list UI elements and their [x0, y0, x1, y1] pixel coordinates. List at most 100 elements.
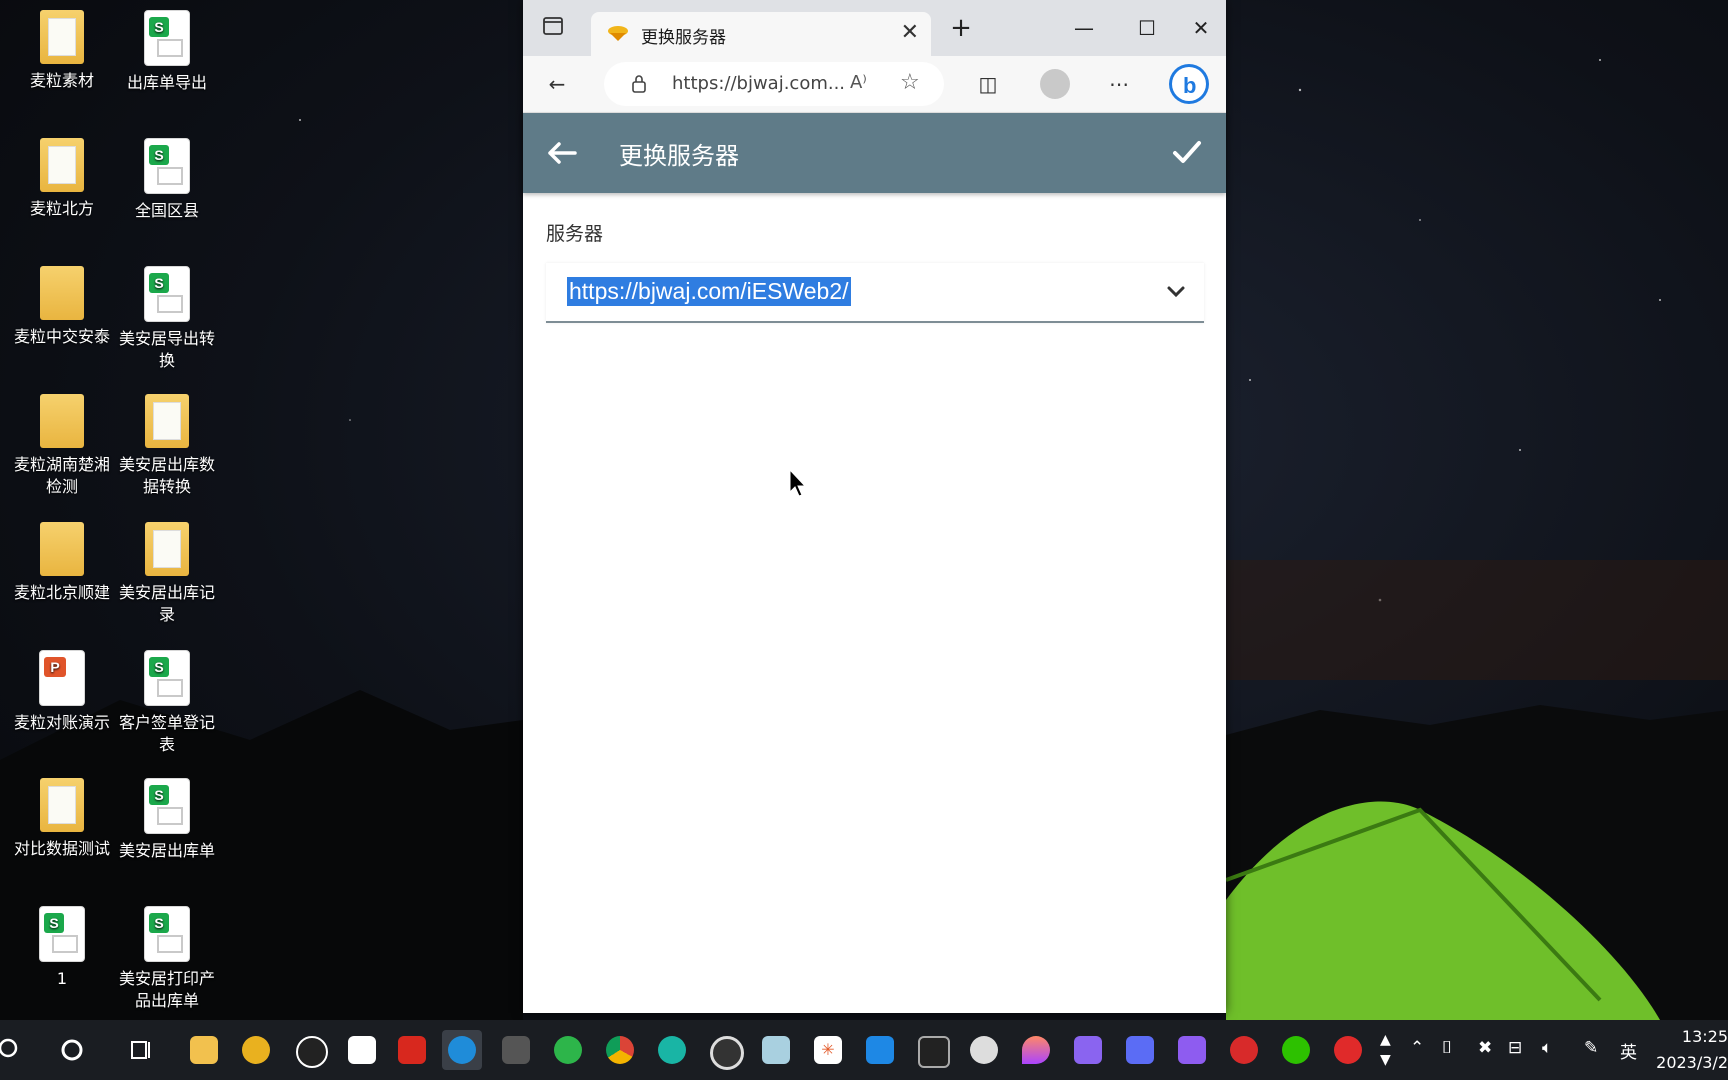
spreadsheet-icon: S	[144, 10, 190, 66]
app-icon[interactable]: ✳	[808, 1030, 848, 1070]
desktop-icon[interactable]: S 客户签单登记表	[117, 640, 217, 756]
minimize-icon[interactable]: —	[1064, 8, 1104, 48]
app-icon[interactable]	[964, 1030, 1004, 1070]
store-icon[interactable]	[342, 1030, 382, 1070]
desktop-icon-label: 麦粒北京顺建	[13, 583, 110, 602]
desktop-icon-label: 麦粒北方	[29, 199, 94, 218]
app-icon[interactable]	[1172, 1030, 1212, 1070]
spreadsheet-icon: S	[144, 650, 190, 706]
desktop-icon[interactable]: 麦粒中交安泰	[12, 256, 112, 348]
close-window-icon[interactable]: ✕	[1181, 8, 1221, 48]
network-icon[interactable]: ⊟	[1508, 1038, 1522, 1058]
desktop-icon-label: 美安居导出转换	[118, 329, 215, 370]
acrobat-icon[interactable]	[392, 1030, 432, 1070]
spreadsheet-icon: S	[144, 266, 190, 322]
taskbar: ✳ ▲ ▼ ⌃ ⌷ ✖ ⊟ 🔈︎ ✎ 英 13:25 2023/3/2	[0, 1020, 1728, 1080]
spreadsheet-icon: S	[39, 906, 85, 962]
desktop-icon[interactable]: 麦粒北京顺建	[12, 512, 112, 604]
confirm-check-icon[interactable]	[1172, 139, 1202, 165]
taskbar-scroll-icon[interactable]: ▲ ▼	[1380, 1030, 1391, 1070]
task-view-icon[interactable]	[120, 1030, 160, 1070]
pen-icon[interactable]: ✎	[1584, 1038, 1598, 1058]
app-icon[interactable]	[1068, 1030, 1108, 1070]
desktop-icon[interactable]: S 全国区县	[117, 128, 217, 222]
app-tray-icon[interactable]: ✖	[1478, 1038, 1492, 1058]
back-arrow-icon[interactable]	[547, 141, 577, 165]
app-icon[interactable]	[1328, 1030, 1368, 1070]
read-aloud-icon[interactable]: A⁾	[850, 72, 867, 93]
desktop-icon[interactable]: S 1	[12, 896, 112, 990]
address-bar[interactable]: https://bjwaj.com... A⁾ ☆	[604, 62, 944, 106]
chevron-down-icon[interactable]	[1166, 285, 1186, 299]
desktop-icon[interactable]: S 出库单导出	[117, 0, 217, 94]
desktop-icon[interactable]: 麦粒湖南楚湘检测	[12, 384, 112, 498]
app-content: 服务器 https://bjwaj.com/iESWeb2/	[523, 193, 1226, 1014]
split-screen-icon[interactable]: ◫	[970, 66, 1006, 102]
app-icon[interactable]	[652, 1030, 692, 1070]
file-explorer-icon[interactable]	[184, 1030, 224, 1070]
favorite-icon[interactable]: ☆	[900, 70, 920, 95]
app-header: 更换服务器	[523, 113, 1226, 193]
app-icon[interactable]	[912, 1030, 952, 1070]
app-icon[interactable]	[1120, 1030, 1160, 1070]
chrome-icon[interactable]	[600, 1030, 640, 1070]
app-icon[interactable]	[548, 1030, 588, 1070]
tab-actions-icon[interactable]	[535, 12, 571, 48]
desktop-icon-label: 麦粒对账演示	[13, 713, 110, 732]
desktop-icon[interactable]: S 美安居打印产品出库单	[117, 896, 217, 1012]
bing-icon[interactable]: b	[1167, 62, 1211, 106]
new-tab-icon[interactable]: +	[941, 8, 981, 48]
desktop-icon-label: 美安居出库数据转换	[118, 455, 215, 496]
desktop-icons: 麦粒素材 S 出库单导出 麦粒北方 S 全国区县 麦粒中交安泰 S 美安居导出转…	[0, 0, 220, 1020]
desktop-icon[interactable]: 麦粒素材	[12, 0, 112, 92]
desktop-icon[interactable]: P 麦粒对账演示	[12, 640, 112, 734]
ime-indicator[interactable]: 英	[1620, 1038, 1637, 1063]
app-icon[interactable]	[1224, 1030, 1264, 1070]
page-title: 更换服务器	[619, 142, 739, 170]
app-icon[interactable]	[236, 1030, 276, 1070]
browser-tab[interactable]: 更换服务器 ✕	[591, 12, 931, 56]
app-icon[interactable]	[1016, 1030, 1056, 1070]
app-icon[interactable]	[496, 1030, 536, 1070]
desktop-icon-label: 美安居打印产品出库单	[118, 969, 215, 1010]
back-icon[interactable]: ←	[539, 66, 575, 102]
show-hidden-icons-icon[interactable]: ⌃	[1410, 1038, 1424, 1058]
desktop-icon[interactable]: 对比数据测试	[12, 768, 112, 860]
desktop-icon[interactable]: 美安居出库记录	[117, 512, 217, 626]
desktop-icon[interactable]: S 美安居出库单	[117, 768, 217, 862]
more-icon[interactable]: ⋯	[1101, 66, 1137, 102]
folder-icon	[40, 138, 84, 192]
folder-icon	[40, 778, 84, 832]
maximize-icon[interactable]: ☐	[1127, 8, 1167, 48]
folder-icon	[40, 522, 84, 576]
server-value[interactable]: https://bjwaj.com/iESWeb2/	[567, 277, 851, 306]
tab-bar: 更换服务器 ✕ + — ☐ ✕	[523, 0, 1226, 56]
system-clock[interactable]: 13:25 2023/3/2	[1648, 1024, 1728, 1076]
desktop-icon[interactable]: S 美安居导出转换	[117, 256, 217, 372]
browser-toolbar: ← https://bjwaj.com... A⁾ ☆ ◫ ⋯ b	[523, 56, 1226, 113]
server-select[interactable]: https://bjwaj.com/iESWeb2/	[546, 263, 1204, 323]
desktop-icon-label: 麦粒中交安泰	[13, 327, 110, 346]
wechat-icon[interactable]	[1276, 1030, 1316, 1070]
usb-icon[interactable]: ⌷	[1442, 1038, 1452, 1058]
app-icon[interactable]	[704, 1030, 744, 1070]
desktop-icon-label: 1	[56, 969, 68, 988]
volume-icon[interactable]: 🔈︎	[1542, 1038, 1552, 1058]
app-icon[interactable]	[756, 1030, 796, 1070]
desktop-icon[interactable]: 美安居出库数据转换	[117, 384, 217, 498]
mouse-cursor-icon	[789, 468, 807, 497]
tab-title: 更换服务器	[641, 28, 726, 48]
close-tab-icon[interactable]: ✕	[901, 20, 919, 45]
edge-icon[interactable]	[442, 1030, 482, 1070]
app-icon[interactable]	[860, 1030, 900, 1070]
search-icon[interactable]	[0, 1030, 40, 1070]
spreadsheet-icon: S	[144, 906, 190, 962]
svg-text:b: b	[1183, 73, 1196, 98]
profile-icon[interactable]	[1037, 66, 1073, 102]
desktop-icon-label: 美安居出库记录	[118, 583, 215, 624]
qq-icon[interactable]	[290, 1030, 330, 1070]
desktop-icon[interactable]: 麦粒北方	[12, 128, 112, 220]
cortana-icon[interactable]	[52, 1030, 92, 1070]
presentation-icon: P	[39, 650, 85, 706]
folder-icon	[145, 522, 189, 576]
